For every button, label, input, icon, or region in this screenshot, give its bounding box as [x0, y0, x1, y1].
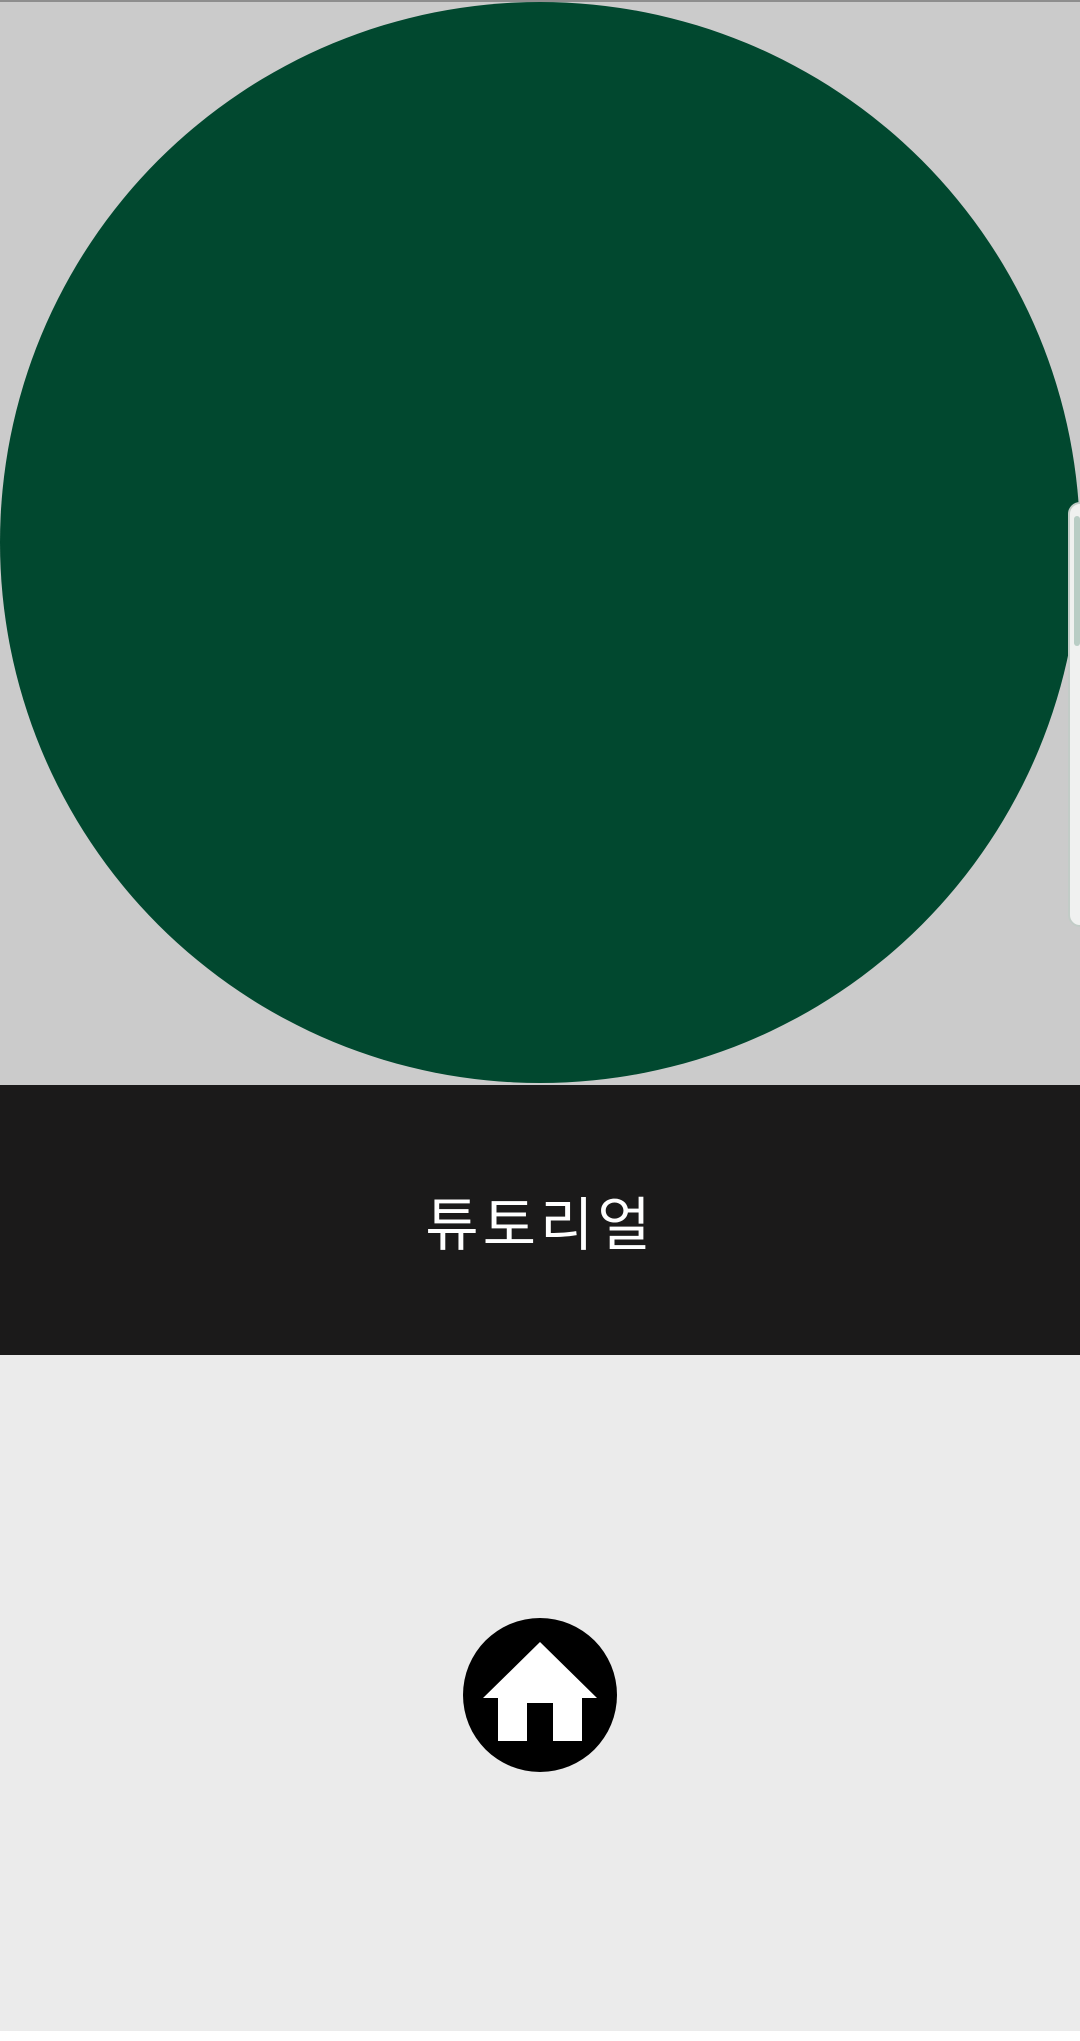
title-bar: 튜토리얼	[0, 1085, 1080, 1355]
edge-panel-handle-grip	[1074, 516, 1080, 646]
tutorial-image-area	[0, 0, 1080, 1085]
green-circle-shape	[0, 2, 1080, 1083]
bottom-panel	[0, 1355, 1080, 2031]
edge-panel-handle[interactable]	[1068, 502, 1080, 927]
home-icon	[463, 1618, 617, 1772]
page-title: 튜토리얼	[425, 1191, 655, 1259]
home-button[interactable]	[463, 1618, 617, 1772]
bottom-edge	[0, 2031, 1080, 2041]
